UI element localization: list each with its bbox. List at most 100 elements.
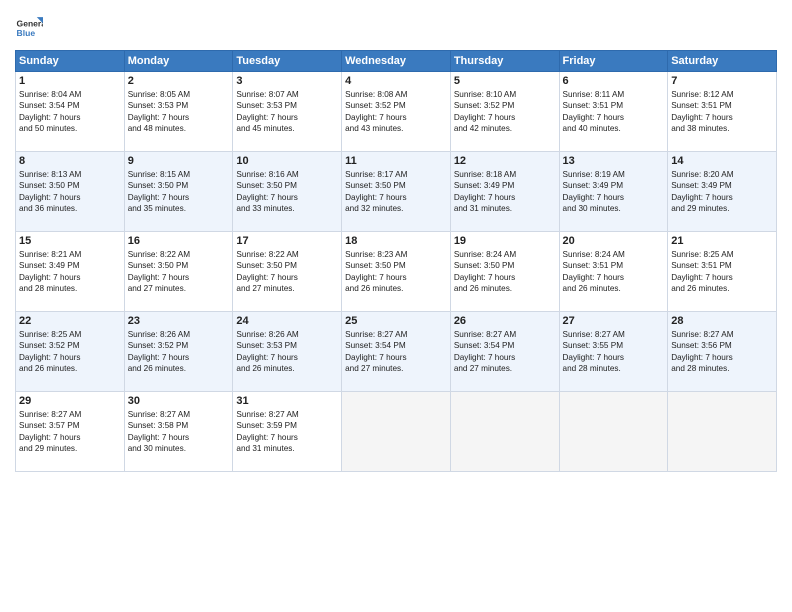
calendar-table: SundayMondayTuesdayWednesdayThursdayFrid… bbox=[15, 50, 777, 472]
day-cell: 16 Sunrise: 8:22 AMSunset: 3:50 PMDayligh… bbox=[124, 232, 233, 312]
day-details: Sunrise: 8:16 AMSunset: 3:50 PMDaylight:… bbox=[236, 169, 338, 215]
day-number: 17 bbox=[236, 235, 338, 247]
day-number: 19 bbox=[454, 235, 556, 247]
week-row-3: 15 Sunrise: 8:21 AMSunset: 3:49 PMDayligh… bbox=[16, 232, 777, 312]
day-cell: 11Sunrise: 8:17 AMSunset: 3:50 PMDayligh… bbox=[342, 152, 451, 232]
day-cell: 25Sunrise: 8:27 AMSunset: 3:54 PMDayligh… bbox=[342, 312, 451, 392]
day-cell: 30 Sunrise: 8:27 AMSunset: 3:58 PMDayligh… bbox=[124, 392, 233, 472]
day-cell: 7 Sunrise: 8:12 AMSunset: 3:51 PMDaylight… bbox=[668, 72, 777, 152]
day-cell bbox=[450, 392, 559, 472]
day-number: 26 bbox=[454, 315, 556, 327]
day-cell bbox=[342, 392, 451, 472]
day-number: 5 bbox=[454, 75, 556, 87]
day-number: 24 bbox=[236, 315, 338, 327]
week-row-1: 1Sunrise: 8:04 AMSunset: 3:54 PMDaylight… bbox=[16, 72, 777, 152]
day-details: Sunrise: 8:27 AMSunset: 3:59 PMDaylight:… bbox=[236, 409, 338, 455]
day-number: 4 bbox=[345, 75, 447, 87]
day-cell: 18 Sunrise: 8:23 AMSunset: 3:50 PMDayligh… bbox=[342, 232, 451, 312]
day-number: 23 bbox=[128, 315, 230, 327]
day-cell: 9 Sunrise: 8:15 AMSunset: 3:50 PMDaylight… bbox=[124, 152, 233, 232]
day-cell: 22Sunrise: 8:25 AMSunset: 3:52 PMDayligh… bbox=[16, 312, 125, 392]
week-row-4: 22Sunrise: 8:25 AMSunset: 3:52 PMDayligh… bbox=[16, 312, 777, 392]
day-cell: 13 Sunrise: 8:19 AMSunset: 3:49 PMDayligh… bbox=[559, 152, 668, 232]
calendar-page: General Blue SundayMondayTuesdayWednesda… bbox=[0, 0, 792, 612]
day-number: 16 bbox=[128, 235, 230, 247]
day-number: 28 bbox=[671, 315, 773, 327]
day-details: Sunrise: 8:27 AMSunset: 3:55 PMDaylight:… bbox=[563, 329, 665, 375]
day-cell: 28 Sunrise: 8:27 AMSunset: 3:56 PMDayligh… bbox=[668, 312, 777, 392]
day-cell: 24Sunrise: 8:26 AMSunset: 3:53 PMDayligh… bbox=[233, 312, 342, 392]
day-number: 31 bbox=[236, 395, 338, 407]
day-details: Sunrise: 8:27 AMSunset: 3:54 PMDaylight:… bbox=[345, 329, 447, 375]
day-details: Sunrise: 8:15 AMSunset: 3:50 PMDaylight:… bbox=[128, 169, 230, 215]
day-details: Sunrise: 8:18 AMSunset: 3:49 PMDaylight:… bbox=[454, 169, 556, 215]
logo-icon: General Blue bbox=[15, 14, 43, 42]
day-number: 21 bbox=[671, 235, 773, 247]
day-details: Sunrise: 8:27 AMSunset: 3:54 PMDaylight:… bbox=[454, 329, 556, 375]
day-details: Sunrise: 8:21 AMSunset: 3:49 PMDaylight:… bbox=[19, 249, 121, 295]
day-number: 9 bbox=[128, 155, 230, 167]
day-details: Sunrise: 8:26 AMSunset: 3:52 PMDaylight:… bbox=[128, 329, 230, 375]
header-cell-monday: Monday bbox=[124, 51, 233, 72]
day-details: Sunrise: 8:07 AMSunset: 3:53 PMDaylight:… bbox=[236, 89, 338, 135]
day-number: 20 bbox=[563, 235, 665, 247]
day-number: 30 bbox=[128, 395, 230, 407]
header-cell-sunday: Sunday bbox=[16, 51, 125, 72]
header-cell-saturday: Saturday bbox=[668, 51, 777, 72]
day-details: Sunrise: 8:23 AMSunset: 3:50 PMDaylight:… bbox=[345, 249, 447, 295]
day-details: Sunrise: 8:27 AMSunset: 3:58 PMDaylight:… bbox=[128, 409, 230, 455]
day-cell: 12 Sunrise: 8:18 AMSunset: 3:49 PMDayligh… bbox=[450, 152, 559, 232]
day-cell bbox=[668, 392, 777, 472]
day-details: Sunrise: 8:19 AMSunset: 3:49 PMDaylight:… bbox=[563, 169, 665, 215]
day-details: Sunrise: 8:05 AMSunset: 3:53 PMDaylight:… bbox=[128, 89, 230, 135]
day-cell: 3 Sunrise: 8:07 AMSunset: 3:53 PMDaylight… bbox=[233, 72, 342, 152]
day-cell: 29Sunrise: 8:27 AMSunset: 3:57 PMDayligh… bbox=[16, 392, 125, 472]
header-row: SundayMondayTuesdayWednesdayThursdayFrid… bbox=[16, 51, 777, 72]
day-cell: 20 Sunrise: 8:24 AMSunset: 3:51 PMDayligh… bbox=[559, 232, 668, 312]
header-cell-friday: Friday bbox=[559, 51, 668, 72]
day-details: Sunrise: 8:25 AMSunset: 3:52 PMDaylight:… bbox=[19, 329, 121, 375]
day-details: Sunrise: 8:13 AMSunset: 3:50 PMDaylight:… bbox=[19, 169, 121, 215]
day-number: 13 bbox=[563, 155, 665, 167]
day-number: 12 bbox=[454, 155, 556, 167]
day-cell: 21Sunrise: 8:25 AMSunset: 3:51 PMDayligh… bbox=[668, 232, 777, 312]
day-details: Sunrise: 8:27 AMSunset: 3:56 PMDaylight:… bbox=[671, 329, 773, 375]
day-number: 15 bbox=[19, 235, 121, 247]
day-number: 3 bbox=[236, 75, 338, 87]
svg-text:General: General bbox=[17, 18, 43, 28]
header-cell-thursday: Thursday bbox=[450, 51, 559, 72]
day-cell: 23 Sunrise: 8:26 AMSunset: 3:52 PMDayligh… bbox=[124, 312, 233, 392]
day-number: 27 bbox=[563, 315, 665, 327]
day-details: Sunrise: 8:24 AMSunset: 3:50 PMDaylight:… bbox=[454, 249, 556, 295]
day-details: Sunrise: 8:20 AMSunset: 3:49 PMDaylight:… bbox=[671, 169, 773, 215]
day-cell: 5 Sunrise: 8:10 AMSunset: 3:52 PMDaylight… bbox=[450, 72, 559, 152]
day-details: Sunrise: 8:22 AMSunset: 3:50 PMDaylight:… bbox=[128, 249, 230, 295]
day-details: Sunrise: 8:11 AMSunset: 3:51 PMDaylight:… bbox=[563, 89, 665, 135]
day-number: 1 bbox=[19, 75, 121, 87]
day-number: 18 bbox=[345, 235, 447, 247]
day-cell: 15 Sunrise: 8:21 AMSunset: 3:49 PMDayligh… bbox=[16, 232, 125, 312]
calendar-body: 1Sunrise: 8:04 AMSunset: 3:54 PMDaylight… bbox=[16, 72, 777, 472]
day-details: Sunrise: 8:24 AMSunset: 3:51 PMDaylight:… bbox=[563, 249, 665, 295]
day-details: Sunrise: 8:17 AMSunset: 3:50 PMDaylight:… bbox=[345, 169, 447, 215]
day-cell: 27 Sunrise: 8:27 AMSunset: 3:55 PMDayligh… bbox=[559, 312, 668, 392]
header: General Blue bbox=[15, 10, 777, 42]
calendar-header: SundayMondayTuesdayWednesdayThursdayFrid… bbox=[16, 51, 777, 72]
day-cell: 1Sunrise: 8:04 AMSunset: 3:54 PMDaylight… bbox=[16, 72, 125, 152]
day-cell: 10Sunrise: 8:16 AMSunset: 3:50 PMDayligh… bbox=[233, 152, 342, 232]
day-cell bbox=[559, 392, 668, 472]
day-details: Sunrise: 8:08 AMSunset: 3:52 PMDaylight:… bbox=[345, 89, 447, 135]
day-cell: 14Sunrise: 8:20 AMSunset: 3:49 PMDayligh… bbox=[668, 152, 777, 232]
day-number: 2 bbox=[128, 75, 230, 87]
day-details: Sunrise: 8:10 AMSunset: 3:52 PMDaylight:… bbox=[454, 89, 556, 135]
header-cell-wednesday: Wednesday bbox=[342, 51, 451, 72]
day-details: Sunrise: 8:12 AMSunset: 3:51 PMDaylight:… bbox=[671, 89, 773, 135]
logo: General Blue bbox=[15, 14, 45, 42]
week-row-5: 29Sunrise: 8:27 AMSunset: 3:57 PMDayligh… bbox=[16, 392, 777, 472]
svg-text:Blue: Blue bbox=[17, 28, 36, 38]
day-details: Sunrise: 8:27 AMSunset: 3:57 PMDaylight:… bbox=[19, 409, 121, 455]
day-cell: 26 Sunrise: 8:27 AMSunset: 3:54 PMDayligh… bbox=[450, 312, 559, 392]
day-number: 7 bbox=[671, 75, 773, 87]
day-details: Sunrise: 8:22 AMSunset: 3:50 PMDaylight:… bbox=[236, 249, 338, 295]
day-cell: 8Sunrise: 8:13 AMSunset: 3:50 PMDaylight… bbox=[16, 152, 125, 232]
